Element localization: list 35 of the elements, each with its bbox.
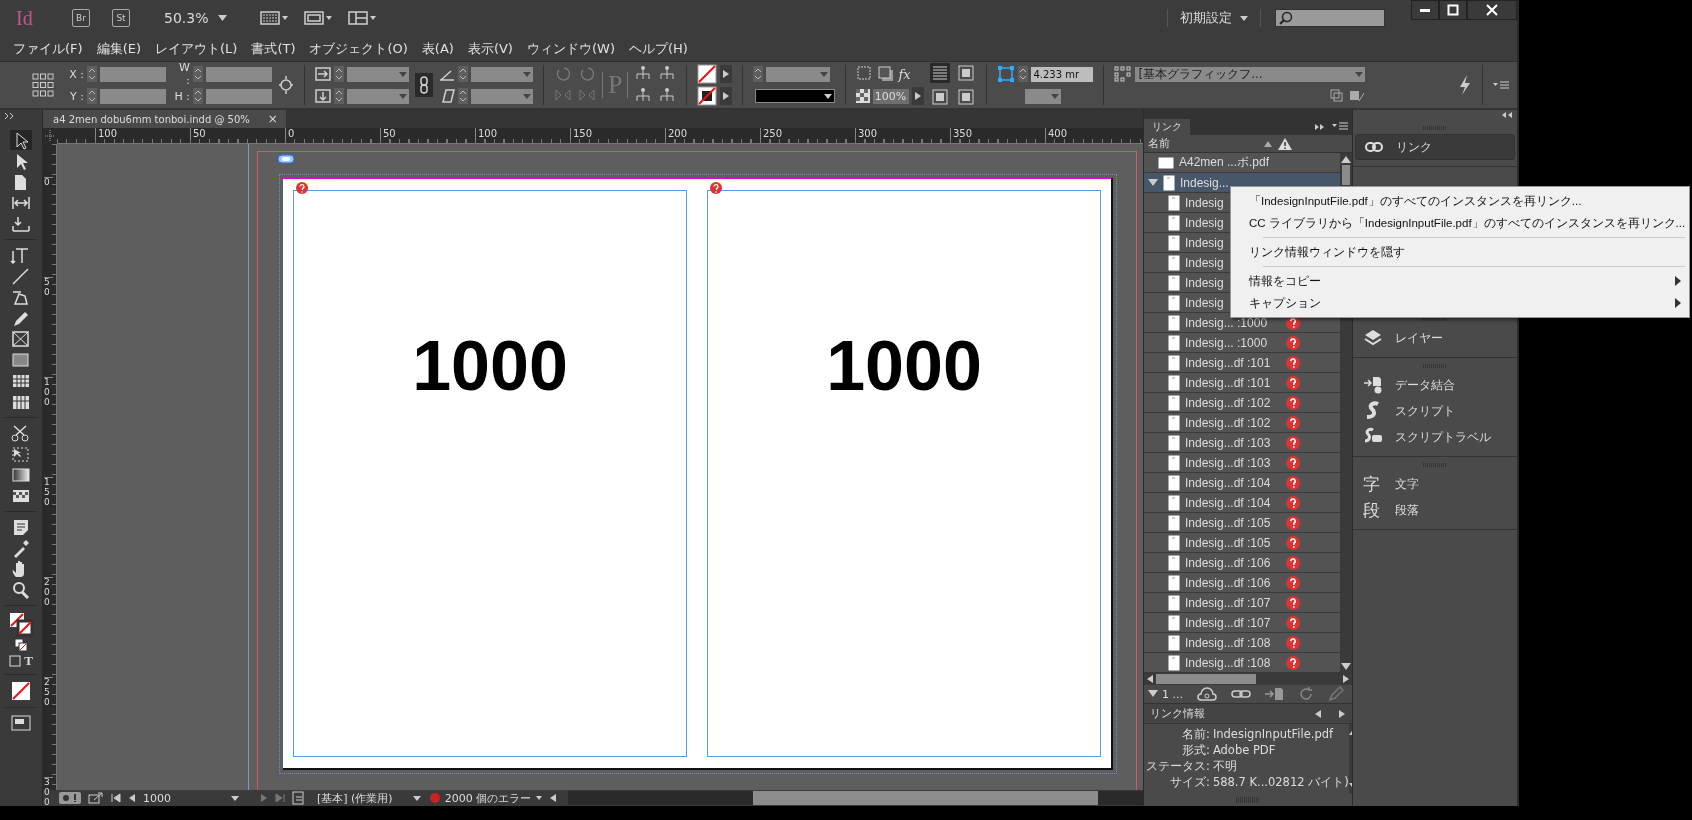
field-label: Y : — [69, 89, 84, 103]
field-label: X : — [68, 67, 84, 81]
ruler-label: 50 — [380, 128, 396, 140]
ruler-label: 200 — [665, 128, 688, 140]
panel-section-title: リンク情報 — [1150, 706, 1205, 722]
ruler-label: 100 — [475, 128, 498, 140]
info-label: サイズ: — [1169, 775, 1210, 791]
info-value: 588.7 K...02812 バイト) — [1212, 775, 1349, 791]
ruler-label: 350 — [950, 128, 973, 140]
character-icon: 段 — [1363, 498, 1383, 522]
ruler-label: 300 — [855, 128, 878, 140]
info-value: Adobe PDF — [1212, 743, 1277, 759]
ruler-label: 50 — [44, 277, 53, 298]
ruler-label: 100 — [95, 128, 118, 140]
ruler-label: 400 — [1045, 128, 1068, 140]
info-label: ステータス: — [1146, 759, 1210, 775]
ruler-label: 50 — [190, 128, 206, 140]
ruler-label: 0 — [44, 177, 53, 188]
field-label: H : — [173, 89, 190, 103]
ruler-label: 150 — [44, 477, 53, 508]
page-text: 1000 — [412, 331, 568, 401]
ruler-label: 250 — [760, 128, 783, 140]
ruler-label: 100 — [44, 377, 53, 408]
ruler-label: 200 — [44, 577, 53, 608]
field-label: W : — [178, 61, 190, 87]
info-label: 形式: — [1181, 743, 1210, 759]
info-value: IndesignInputFile.pdf — [1212, 727, 1335, 743]
ruler-label: 0 — [285, 128, 295, 140]
app-logo: Id — [16, 6, 34, 30]
character-icon: 字 — [1363, 472, 1383, 496]
info-label: 名前: — [1181, 727, 1210, 743]
ruler-label: 150 — [570, 128, 593, 140]
page-text: 1000 — [826, 331, 982, 401]
ruler-label: 250 — [44, 677, 53, 708]
info-value: 不明 — [1212, 759, 1238, 775]
